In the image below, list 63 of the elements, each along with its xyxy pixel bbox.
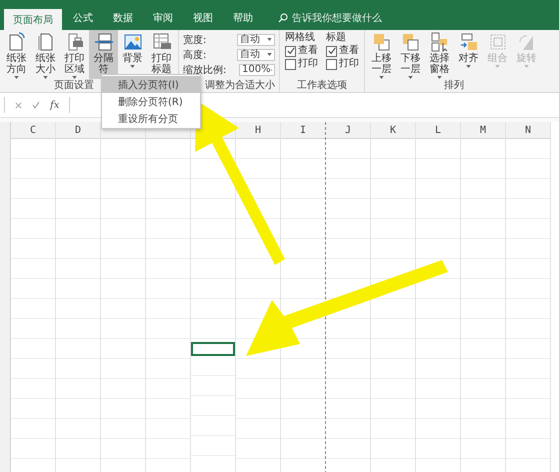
ribbon-button[interactable]: 纸张方向 — [2, 30, 31, 79]
column-header[interactable]: H — [236, 122, 280, 139]
caret-icon — [130, 65, 135, 68]
page-break-icon — [94, 32, 114, 52]
group-label: 工作表选项 — [297, 79, 347, 92]
column-header[interactable]: N — [506, 122, 550, 139]
insert-function-button[interactable]: fx — [50, 100, 60, 110]
ribbon-button[interactable]: 分隔符 — [89, 30, 118, 79]
ribbon-button[interactable]: 打印区域 — [60, 30, 89, 79]
ribbon-tab[interactable]: 审阅 — [144, 6, 182, 30]
caret-icon — [495, 65, 500, 68]
menu-item[interactable]: 重设所有分页 — [102, 110, 200, 127]
column-header[interactable]: K — [371, 122, 415, 139]
search-icon — [278, 13, 288, 23]
ribbon-button[interactable]: 下移一层 — [396, 30, 425, 79]
caret-icon — [524, 65, 529, 68]
field-label: 高度: — [183, 48, 206, 62]
ribbon-tab[interactable]: 数据 — [104, 6, 142, 30]
group-label: 排列 — [444, 79, 464, 92]
field-label: 缩放比例: — [183, 64, 226, 76]
ribbon-button[interactable]: 选择窗格 — [425, 30, 454, 79]
checkbox[interactable]: 打印 — [326, 58, 359, 70]
checkmark-icon[interactable] — [32, 101, 40, 109]
group-icon — [488, 32, 508, 52]
caret-icon — [14, 76, 19, 79]
menu-item[interactable]: 删除分页符(R) — [102, 93, 200, 110]
group-label: 调整为合适大小 — [205, 79, 275, 92]
ribbon-button[interactable]: 纸张大小 — [31, 30, 60, 79]
spinner-field[interactable]: 100% — [239, 64, 275, 76]
caret-icon — [408, 76, 413, 79]
ribbon-button[interactable]: 上移一层 — [367, 30, 396, 79]
field-label: 宽度: — [183, 34, 206, 46]
column-header[interactable]: C — [11, 122, 55, 139]
caret-icon — [43, 76, 48, 79]
option-heading: 网格线 — [285, 32, 316, 44]
caret-icon — [437, 76, 442, 79]
group-label: 页面设置 — [54, 79, 94, 92]
column-header[interactable]: M — [461, 122, 505, 139]
column-header[interactable]: D — [56, 122, 100, 139]
ribbon-tab[interactable]: 帮助 — [224, 6, 262, 30]
cancel-icon[interactable] — [15, 102, 22, 108]
tell-me-field[interactable]: 告诉我你想要做什么 — [292, 12, 402, 24]
caret-icon — [466, 65, 471, 68]
caret-icon — [72, 76, 77, 79]
ribbon-tab[interactable]: 页面布局 — [4, 9, 62, 30]
ribbon-tab[interactable]: 公式 — [64, 6, 102, 30]
picture-icon — [122, 32, 142, 52]
caret-icon — [267, 53, 272, 56]
dropdown-field[interactable]: 自动 — [237, 48, 275, 60]
dropdown-field[interactable]: 自动 — [237, 34, 275, 46]
caret-icon — [267, 38, 272, 41]
selected-cell[interactable] — [191, 342, 235, 356]
menu-item[interactable]: 插入分页符(I) — [102, 76, 200, 93]
checkbox[interactable]: 打印 — [285, 58, 318, 70]
checkbox[interactable]: 查看 — [326, 45, 359, 57]
checkbox[interactable]: 查看 — [285, 45, 318, 57]
column-header[interactable]: I — [281, 122, 325, 139]
column-header[interactable]: J — [326, 122, 370, 139]
ribbon-button[interactable]: 对齐 — [454, 30, 483, 79]
caret-icon — [379, 76, 384, 79]
column-header[interactable]: L — [416, 122, 460, 139]
option-heading: 标题 — [326, 32, 347, 44]
ribbon-tab[interactable]: 视图 — [184, 6, 222, 30]
